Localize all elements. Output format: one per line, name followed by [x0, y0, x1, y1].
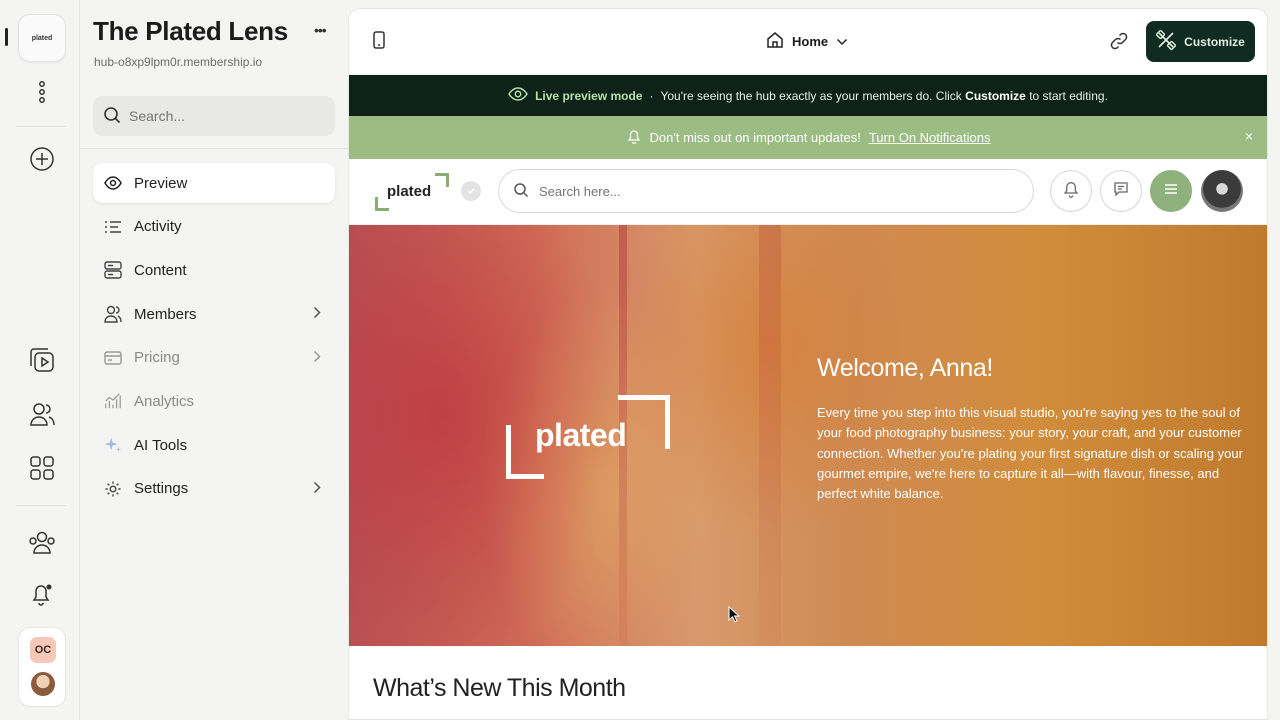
hub-sidebar: The Plated Lens ••• hub-o8xp9lpm0r.membe… — [80, 0, 348, 720]
gear-icon — [104, 480, 122, 498]
section-title: What’s New This Month — [373, 674, 626, 702]
chevron-right-icon — [313, 481, 321, 498]
add-hub-icon[interactable] — [22, 141, 62, 177]
analytics-chart-icon — [104, 392, 122, 410]
customize-button[interactable]: Customize — [1146, 21, 1255, 62]
close-icon[interactable]: × — [1245, 128, 1253, 144]
bell-icon — [626, 128, 642, 147]
sidebar-item-activity[interactable]: Activity — [93, 207, 335, 247]
hero-banner: plated Welcome, Anna! Every time you ste… — [349, 225, 1267, 646]
sidebar-item-label: Preview — [134, 174, 188, 192]
hero-title: Welcome, Anna! — [817, 354, 993, 382]
hero-logo: plated — [506, 395, 670, 479]
members-icon — [104, 305, 122, 323]
menu-button[interactable] — [1150, 170, 1192, 212]
turn-on-notifications-link[interactable]: Turn On Notifications — [869, 130, 991, 145]
hub-header: plated — [349, 159, 1267, 225]
live-preview-label: Live preview mode — [535, 88, 643, 103]
preview-panel: Home Customize Live preview mode · You'r… — [348, 8, 1268, 720]
hero-logo-text: plated — [535, 417, 627, 453]
content-stack-icon — [104, 261, 122, 280]
chevron-down-icon — [836, 34, 848, 49]
chevron-right-icon — [313, 350, 321, 367]
notifications-button[interactable] — [1050, 170, 1092, 212]
hamburger-menu-icon — [1164, 182, 1178, 200]
sidebar-item-analytics[interactable]: Analytics — [93, 381, 335, 421]
hub-logo-button[interactable]: plated — [18, 14, 66, 62]
customize-label: Customize — [1184, 34, 1245, 49]
chat-icon — [1113, 181, 1129, 202]
hub-options-button[interactable]: ••• — [314, 22, 327, 38]
search-icon — [103, 106, 121, 127]
mouse-cursor-icon — [728, 605, 741, 628]
verified-badge-icon — [461, 181, 481, 201]
profile-avatar[interactable] — [1201, 170, 1243, 212]
mobile-device-icon[interactable] — [373, 31, 385, 54]
user-avatar[interactable] — [31, 672, 55, 696]
hero-description: Every time you step into this visual stu… — [817, 405, 1243, 502]
community-icon[interactable] — [22, 524, 62, 560]
sidebar-item-label: Members — [134, 305, 197, 323]
live-preview-banner: Live preview mode · You're seeing the hu… — [349, 75, 1267, 116]
sidebar-divider — [80, 148, 348, 149]
customize-tools-icon — [1156, 29, 1177, 53]
more-vertical-icon[interactable] — [22, 74, 62, 110]
sidebar-item-label: Analytics — [134, 392, 195, 410]
sidebar-item-label: Pricing — [134, 349, 180, 367]
active-marker — [5, 28, 8, 46]
activity-list-icon — [104, 218, 122, 236]
brand-logo[interactable]: plated — [375, 173, 449, 211]
sidebar-item-pricing[interactable]: Pricing — [93, 338, 335, 378]
bell-icon — [1063, 180, 1079, 203]
eye-icon — [508, 87, 528, 104]
sidebar-item-label: Activity — [134, 218, 182, 236]
sidebar-item-label: Settings — [134, 480, 189, 498]
sidebar-item-label: AI Tools — [134, 436, 188, 454]
user-initials-badge[interactable]: OC — [30, 637, 56, 663]
sidebar-item-content[interactable]: Content — [93, 250, 335, 290]
sidebar-item-members[interactable]: Members — [93, 294, 335, 334]
home-icon — [766, 31, 784, 52]
sparkle-icon — [104, 436, 122, 454]
hub-title: The Plated Lens — [93, 16, 288, 46]
notification-bell-icon[interactable] — [22, 576, 62, 612]
hub-logo-text: plated — [31, 34, 53, 42]
rail-divider — [16, 126, 66, 127]
hero-texture — [759, 225, 781, 646]
credit-card-icon — [104, 349, 122, 367]
apps-grid-icon[interactable] — [22, 450, 62, 486]
search-icon — [513, 182, 529, 201]
preview-toolbar: Home Customize — [349, 9, 1267, 75]
sidebar-item-label: Content — [134, 261, 187, 279]
sidebar-item-settings[interactable]: Settings — [93, 469, 335, 509]
hub-url[interactable]: hub-o8xp9lpm0r.membership.io — [94, 55, 262, 69]
messages-button[interactable] — [1100, 170, 1142, 212]
hub-search-input[interactable] — [539, 183, 999, 199]
chevron-right-icon — [313, 306, 321, 323]
sidebar-search — [93, 96, 335, 136]
account-switcher: OC — [18, 627, 66, 707]
notification-message: Don't miss out on important updates! — [649, 130, 861, 145]
sidebar-item-preview[interactable]: Preview — [93, 163, 335, 203]
notification-banner: Don't miss out on important updates! Tur… — [349, 116, 1267, 159]
sidebar-search-input[interactable] — [129, 108, 309, 124]
eye-icon — [104, 174, 122, 192]
hub-search — [498, 169, 1034, 213]
people-icon[interactable] — [22, 396, 62, 432]
rail-divider — [16, 505, 66, 506]
video-library-icon[interactable] — [22, 342, 62, 378]
sidebar-nav: Preview Activity Content Members Pricing… — [93, 163, 335, 513]
icon-rail: plated OC — [0, 0, 80, 720]
banner-separator: · — [649, 88, 654, 103]
page-selector-label: Home — [792, 34, 829, 49]
sidebar-item-ai-tools[interactable]: AI Tools — [93, 425, 335, 465]
live-preview-message: You're seeing the hub exactly as your me… — [660, 88, 1108, 103]
brand-logo-text: plated — [387, 183, 432, 200]
page-selector[interactable]: Home — [766, 31, 848, 52]
link-icon[interactable] — [1109, 31, 1129, 56]
